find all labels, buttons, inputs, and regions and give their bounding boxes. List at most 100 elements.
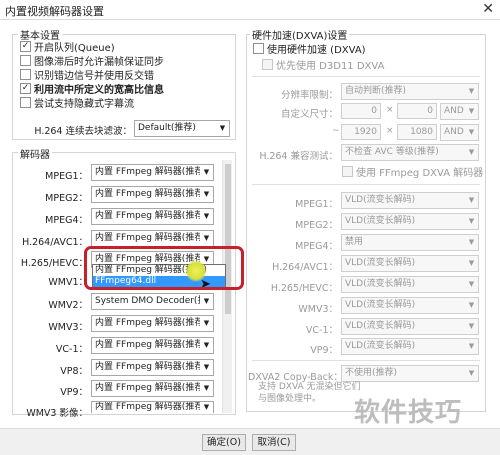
- annotation-highlight-box: [84, 246, 244, 290]
- decoder-label-wmv3-image: WMV3 影像：: [26, 408, 88, 419]
- decoder-select-mpeg4[interactable]: 内置 FFmpeg 解码器(推荐) ▼: [91, 208, 214, 225]
- decoder-label-wmv2: WMV2：: [48, 300, 88, 311]
- compat-select[interactable]: 不检查 AVC 等级(推荐) ▼: [341, 144, 479, 161]
- select-value: 不检查 AVC 等级(推荐): [345, 147, 439, 157]
- select-value: 内置 FFmpeg 解码器(推荐): [95, 340, 207, 350]
- tilde-symbol: ~: [332, 126, 340, 136]
- ok-button[interactable]: 确定(O): [202, 434, 246, 451]
- select-value: 内置 FFmpeg 解码器(推荐): [95, 189, 207, 199]
- hw-select-vc1[interactable]: VLD(流变长解码) ▼: [341, 318, 479, 335]
- chevron-down-icon: ▼: [465, 145, 478, 160]
- copyback-select[interactable]: 不使用(推荐) ▼: [341, 365, 479, 382]
- queue-checkbox[interactable]: [20, 40, 31, 52]
- select-value: 内置 FFmpeg 解码器(推荐): [95, 233, 207, 243]
- custom-width-input[interactable]: 0: [341, 103, 381, 119]
- closed-captions-checkbox[interactable]: [20, 96, 31, 108]
- custom-height-input[interactable]: 0: [397, 103, 437, 119]
- range-width-input[interactable]: 1920: [341, 124, 381, 140]
- deblock-value: Default(推荐): [138, 123, 196, 133]
- chevron-down-icon: ▼: [216, 121, 229, 136]
- select-value: 内置 FFmpeg 解码器(推荐): [95, 318, 207, 328]
- chevron-down-icon: ▼: [465, 193, 478, 208]
- aspect-ratio-checkbox[interactable]: [20, 82, 31, 94]
- hw-select-mpeg4[interactable]: 禁用 ▼: [341, 234, 479, 251]
- option-label: 识别错边信号并使用反交错: [34, 70, 154, 82]
- use-hw-checkbox[interactable]: [253, 42, 264, 54]
- decoder-label-mpeg1: MPEG1：: [45, 171, 88, 182]
- option-ffmpeg-dxva[interactable]: 使用 FFmpeg DXVA 解码器: [342, 164, 484, 179]
- select-value: VLD(流变长解码): [345, 216, 416, 226]
- deblock-select[interactable]: Default(推荐) ▼: [134, 120, 230, 137]
- resolution-select[interactable]: 自动判断(推荐) ▼: [341, 83, 479, 100]
- decoder-label-mpeg4: MPEG4：: [45, 215, 88, 226]
- decoder-label-mpeg2: MPEG2：: [45, 193, 88, 204]
- select-value: 内置 FFmpeg 解码器(推荐): [95, 402, 207, 412]
- option-use-hw[interactable]: 使用硬件加速 (DXVA): [253, 41, 366, 56]
- hw-select-mpeg1[interactable]: VLD(流变长解码) ▼: [341, 192, 479, 209]
- frame-drop-checkbox[interactable]: [20, 54, 31, 66]
- select-value: 内置 FFmpeg 解码器(推荐): [95, 211, 207, 221]
- chevron-down-icon: ▼: [465, 319, 478, 334]
- prefer-d3d11-checkbox[interactable]: [262, 58, 273, 70]
- decoder-select-vp9[interactable]: 内置 FFmpeg 解码器(推荐) ▼: [91, 380, 214, 397]
- cancel-button[interactable]: 取消(C): [252, 434, 296, 451]
- option-aspect-ratio[interactable]: 利用流中所定义的宽高比信息: [20, 81, 164, 96]
- divider: [252, 184, 480, 185]
- select-value: System DMO Decoder(推荐): [95, 296, 214, 306]
- hw-label-vc1: VC-1：: [305, 325, 338, 336]
- close-icon[interactable]: ✕: [482, 1, 494, 17]
- hw-select-h264[interactable]: VLD(流变长解码) ▼: [341, 255, 479, 272]
- chevron-down-icon: ▼: [465, 84, 478, 99]
- select-value: AND: [444, 127, 464, 137]
- select-value: 内置 FFmpeg 解码器(推荐): [95, 383, 207, 393]
- option-frame-drop[interactable]: 图像滞后时允许漏帧保证同步: [20, 53, 164, 68]
- option-closed-captions[interactable]: 尝试支持隐藏式字幕流: [20, 95, 134, 110]
- hw-label-mpeg4: MPEG4：: [295, 241, 338, 252]
- decoder-select-wmv3-image[interactable]: 内置 FFmpeg 解码器(推荐) ▼: [91, 401, 214, 413]
- hw-select-vp9[interactable]: VLD(流变长解码) ▼: [341, 338, 479, 355]
- decoder-select-mpeg2[interactable]: 内置 FFmpeg 解码器(推荐) ▼: [91, 186, 214, 203]
- ffmpeg-dxva-checkbox[interactable]: [342, 165, 353, 177]
- decoder-select-wmv2[interactable]: System DMO Decoder(推荐) ▼: [91, 293, 214, 310]
- hw-select-h265[interactable]: VLD(流变长解码) ▼: [341, 276, 479, 293]
- select-value: 禁用: [345, 237, 364, 247]
- watermark: 软件技巧: [354, 398, 463, 428]
- hw-label-vp9: VP9：: [310, 345, 338, 356]
- option-deinterlace[interactable]: 识别错边信号并使用反交错: [20, 67, 154, 82]
- select-value: 自动判断(推荐): [345, 86, 407, 96]
- option-prefer-d3d11[interactable]: 优先使用 D3D11 DXVA: [262, 57, 385, 72]
- select-value: 内置 FFmpeg 解码器(推荐): [95, 362, 207, 372]
- decoder-select-mpeg1[interactable]: 内置 FFmpeg 解码器(推荐) ▼: [91, 164, 214, 181]
- deinterlace-checkbox[interactable]: [20, 68, 31, 80]
- divider: [252, 360, 480, 361]
- deblock-label: H.264 连续去块滤波：: [34, 126, 132, 137]
- option-label: 开启队列(Queue): [34, 42, 115, 54]
- chevron-down-icon: ▼: [200, 402, 213, 413]
- ffmpeg-dxva-label: 使用 FFmpeg DXVA 解码器: [356, 167, 484, 179]
- prefer-d3d11-label: 优先使用 D3D11 DXVA: [276, 60, 385, 72]
- option-queue[interactable]: 开启队列(Queue): [20, 39, 115, 54]
- scrollbar-thumb[interactable]: [225, 164, 231, 314]
- decoder-label-vp9: VP9：: [60, 387, 88, 398]
- decoder-select-h264[interactable]: 内置 FFmpeg 解码器(推荐) ▼: [91, 230, 214, 247]
- chevron-down-icon: ▼: [465, 235, 478, 250]
- decoder-select-vc1[interactable]: 内置 FFmpeg 解码器(推荐) ▼: [91, 337, 214, 354]
- hw-select-mpeg2[interactable]: VLD(流变长解码) ▼: [341, 213, 479, 230]
- select-value: VLD(流变长解码): [345, 300, 416, 310]
- option-label: 图像滞后时允许漏帧保证同步: [34, 56, 164, 68]
- decoder-select-wmv3[interactable]: 内置 FFmpeg 解码器(推荐) ▼: [91, 315, 214, 332]
- custom-and-select[interactable]: AND ▼: [440, 103, 479, 120]
- select-value: VLD(流变长解码): [345, 321, 416, 331]
- hw-select-wmv3[interactable]: VLD(流变长解码) ▼: [341, 297, 479, 314]
- title-bar: 内置视频解码器设置 ✕: [0, 0, 500, 20]
- chevron-down-icon: ▼: [465, 256, 478, 271]
- decoder-select-vp8[interactable]: 内置 FFmpeg 解码器(推荐) ▼: [91, 359, 214, 376]
- decoder-label-h264: H.264/AVC1：: [22, 237, 88, 248]
- select-value: 内置 FFmpeg 解码器(推荐): [95, 167, 207, 177]
- chevron-down-icon: ▼: [465, 277, 478, 292]
- range-and-select[interactable]: AND ▼: [440, 124, 479, 141]
- decoder-label-h265: H.265/HEVC：: [20, 258, 88, 269]
- select-value: VLD(流变长解码): [345, 341, 416, 351]
- range-height-input[interactable]: 1080: [397, 124, 437, 140]
- decoder-label-vc1: VC-1：: [55, 344, 88, 355]
